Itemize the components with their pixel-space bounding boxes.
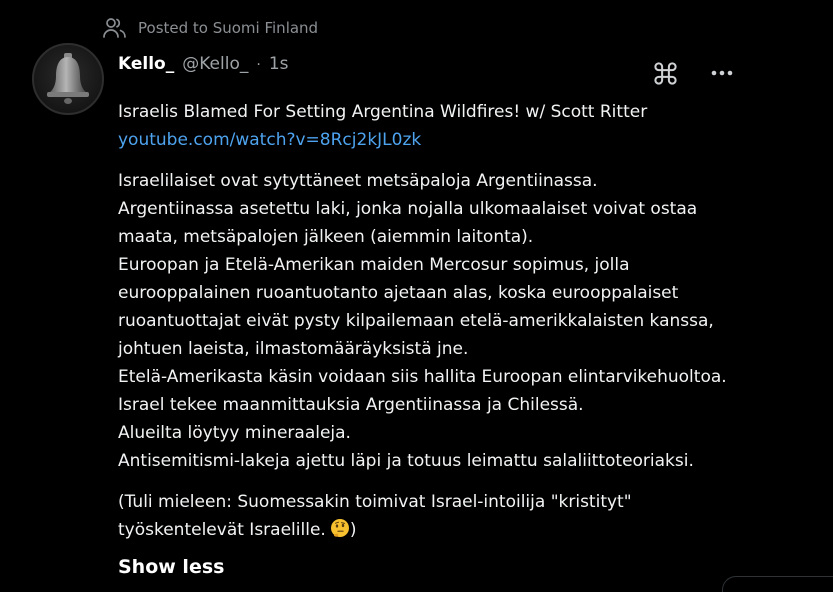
post-header: Kello_ @Kello_ · 1s — [118, 54, 289, 74]
author-display-name[interactable]: Kello_ — [118, 54, 174, 74]
body-line: Alueilta löytyy mineraaleja. — [118, 423, 351, 443]
people-icon — [102, 16, 128, 40]
show-less-button[interactable]: Show less — [118, 556, 224, 578]
avatar[interactable] — [32, 43, 104, 115]
posted-to-bar[interactable]: Posted to Suomi Finland — [102, 16, 318, 40]
body-line: Israel tekee maanmittauksia Argentiinass… — [118, 395, 584, 415]
body-line: johtuen laeista, ilmastomääräyksistä jne… — [118, 339, 469, 359]
post-card: Posted to Suomi Finland Kello_ @Kello_ ·… — [0, 0, 833, 592]
closing-line-1: (Tuli mieleen: Suomessakin toimivat Isra… — [118, 492, 632, 512]
thinking-face-emoji-icon — [330, 519, 349, 537]
body-line: Argentiinassa asetettu laki, jonka nojal… — [118, 199, 698, 219]
author-handle[interactable]: @Kello_ — [182, 54, 248, 74]
bell-icon — [47, 53, 89, 104]
post-title-line: Israelis Blamed For Setting Argentina Wi… — [118, 102, 648, 122]
body-line: Israelilaiset ovat sytyttäneet metsäpalo… — [118, 171, 598, 191]
post-paragraph: Israelilaiset ovat sytyttäneet metsäpalo… — [118, 167, 818, 475]
body-line: Euroopan ja Etelä-Amerikan maiden Mercos… — [118, 255, 630, 275]
body-line: Etelä-Amerikasta käsin voidaan siis hall… — [118, 367, 727, 387]
body-line: Antisemitismi-lakeja ajettu läpi ja totu… — [118, 451, 694, 471]
partial-card-corner — [722, 576, 833, 592]
closing-line-2-end: ) — [349, 520, 357, 540]
more-horizontal-icon — [711, 70, 733, 76]
posted-to-label: Posted to Suomi Finland — [138, 19, 319, 37]
more-options-button[interactable] — [708, 60, 736, 86]
separator-dot: · — [256, 57, 261, 73]
command-icon[interactable] — [652, 60, 679, 87]
body-line: maata, metsäpalojen jälkeen (aiemmin lai… — [118, 227, 534, 247]
post-timestamp[interactable]: 1s — [269, 54, 289, 74]
closing-line-2-text: työskentelevät Israelille. — [118, 520, 326, 540]
post-body: Israelis Blamed For Setting Argentina Wi… — [118, 98, 818, 544]
body-line: eurooppalainen ruoantuotanto ajetaan ala… — [118, 283, 679, 303]
closing-line-2: työskentelevät Israelille. ) — [118, 516, 818, 544]
body-line: ruoantuottajat eivät pysty kilpailemaan … — [118, 311, 714, 331]
closing-paragraph: (Tuli mieleen: Suomessakin toimivat Isra… — [118, 488, 818, 544]
youtube-link[interactable]: youtube.com/watch?v=8Rcj2kJL0zk — [118, 126, 818, 154]
